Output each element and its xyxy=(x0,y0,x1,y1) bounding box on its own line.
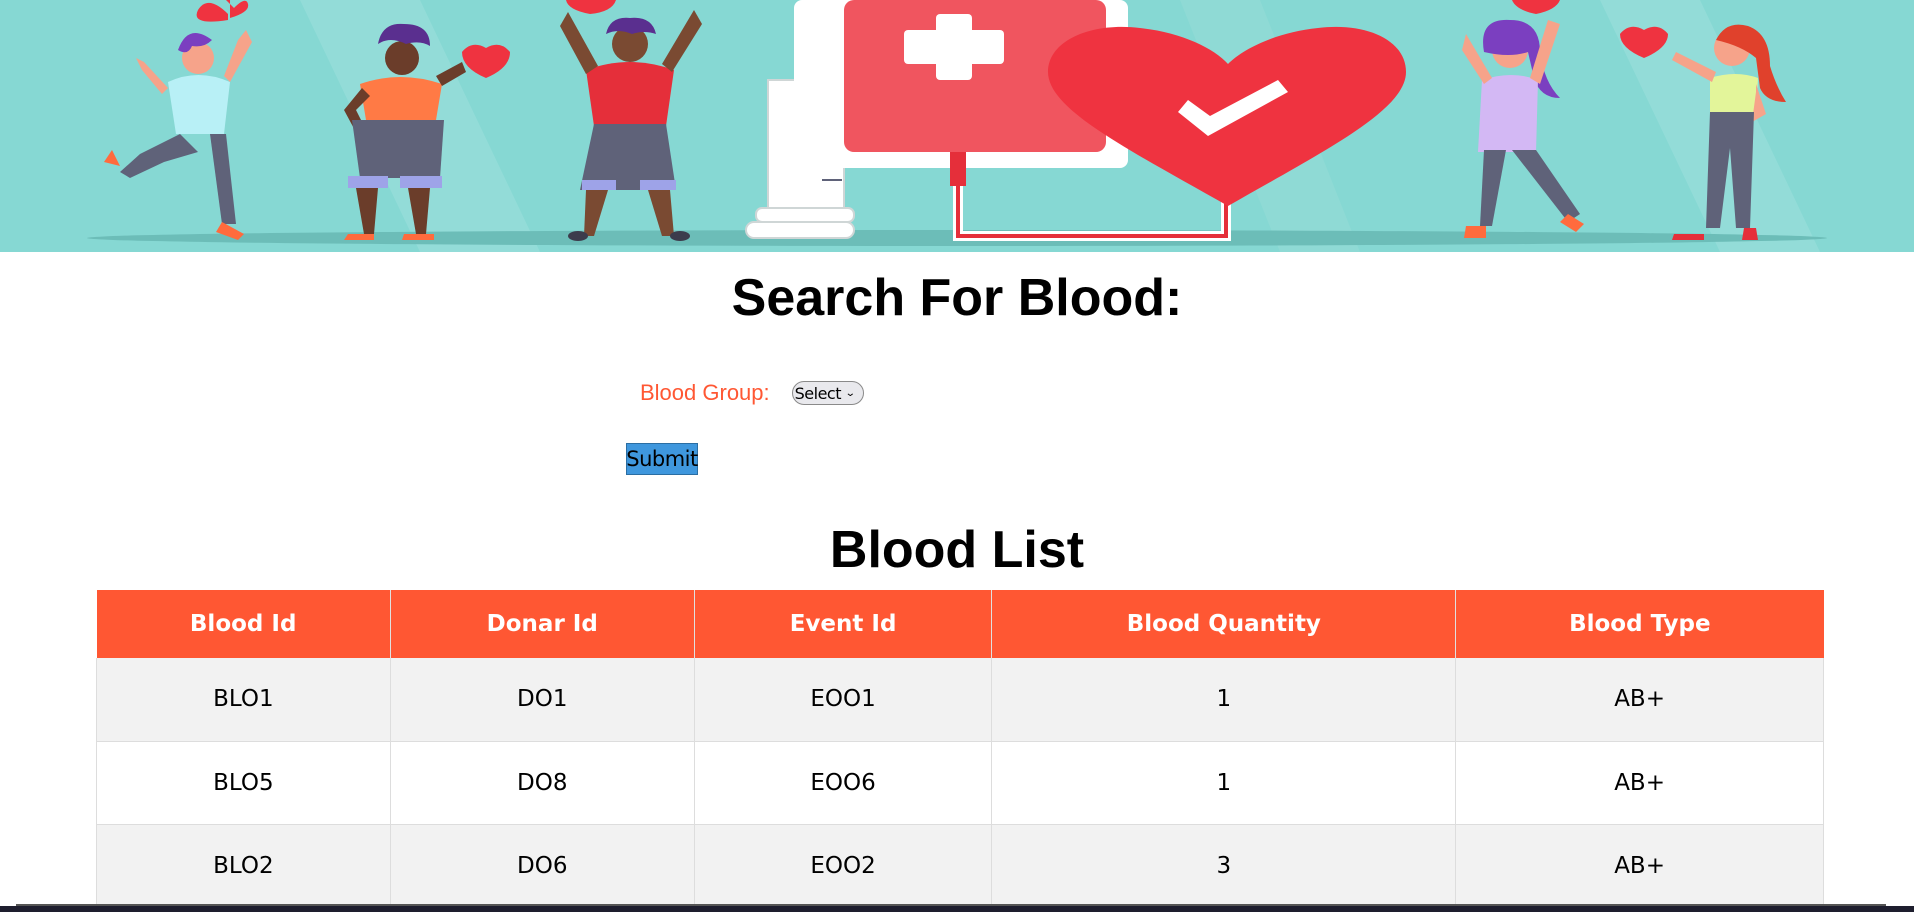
person-illustration xyxy=(560,0,702,241)
search-title: Search For Blood: xyxy=(731,269,1183,327)
blood-id-cell: BLO5 xyxy=(96,741,391,825)
blood-list-title: Blood List xyxy=(829,521,1085,579)
column-header: Blood Type xyxy=(1455,590,1824,658)
event-id-cell: EOO6 xyxy=(694,741,993,825)
donar-id-cell: DO8 xyxy=(390,741,695,825)
blood-id-cell: BLO1 xyxy=(96,658,391,742)
chevron-down-icon: ⌄ xyxy=(844,387,856,399)
select-value: Select xyxy=(794,383,842,403)
person-illustration xyxy=(1462,0,1584,238)
submit-button[interactable]: Submit xyxy=(626,443,698,475)
column-header: Blood Quantity xyxy=(991,590,1457,658)
blood-type-cell: AB+ xyxy=(1455,741,1824,825)
column-header: Event Id xyxy=(694,590,993,658)
blood-id-cell: BLO2 xyxy=(96,824,391,908)
donar-id-cell: DO1 xyxy=(390,658,695,742)
blood-list-table: Blood Id Donar Id Event Id Blood Quantit… xyxy=(96,590,1824,908)
blood-quantity-cell: 1 xyxy=(991,741,1457,825)
table-header-row: Blood Id Donar Id Event Id Blood Quantit… xyxy=(96,590,1824,658)
person-illustration xyxy=(104,0,252,240)
event-id-cell: EOO1 xyxy=(694,658,993,742)
blood-quantity-cell: 1 xyxy=(991,658,1457,742)
table-row: BLO2 DO6 EOO2 3 AB+ xyxy=(96,824,1824,908)
column-header: Donar Id xyxy=(390,590,695,658)
table-row: BLO1 DO1 EOO1 1 AB+ xyxy=(96,658,1824,742)
blood-group-label: Blood Group: xyxy=(640,380,770,405)
column-header: Blood Id xyxy=(96,590,391,658)
blood-type-cell: AB+ xyxy=(1455,658,1824,742)
hero-banner xyxy=(0,0,1914,252)
blood-group-form-row: Blood Group: Select ⌄ xyxy=(640,378,864,408)
blood-type-cell: AB+ xyxy=(1455,824,1824,908)
blood-group-select[interactable]: Select ⌄ xyxy=(791,381,864,405)
bottom-edge xyxy=(0,906,1914,912)
blood-donation-illustration xyxy=(87,0,1827,252)
donar-id-cell: DO6 xyxy=(390,824,695,908)
table-row: BLO5 DO8 EOO6 1 AB+ xyxy=(96,741,1824,825)
blood-quantity-cell: 3 xyxy=(991,824,1457,908)
event-id-cell: EOO2 xyxy=(694,824,993,908)
